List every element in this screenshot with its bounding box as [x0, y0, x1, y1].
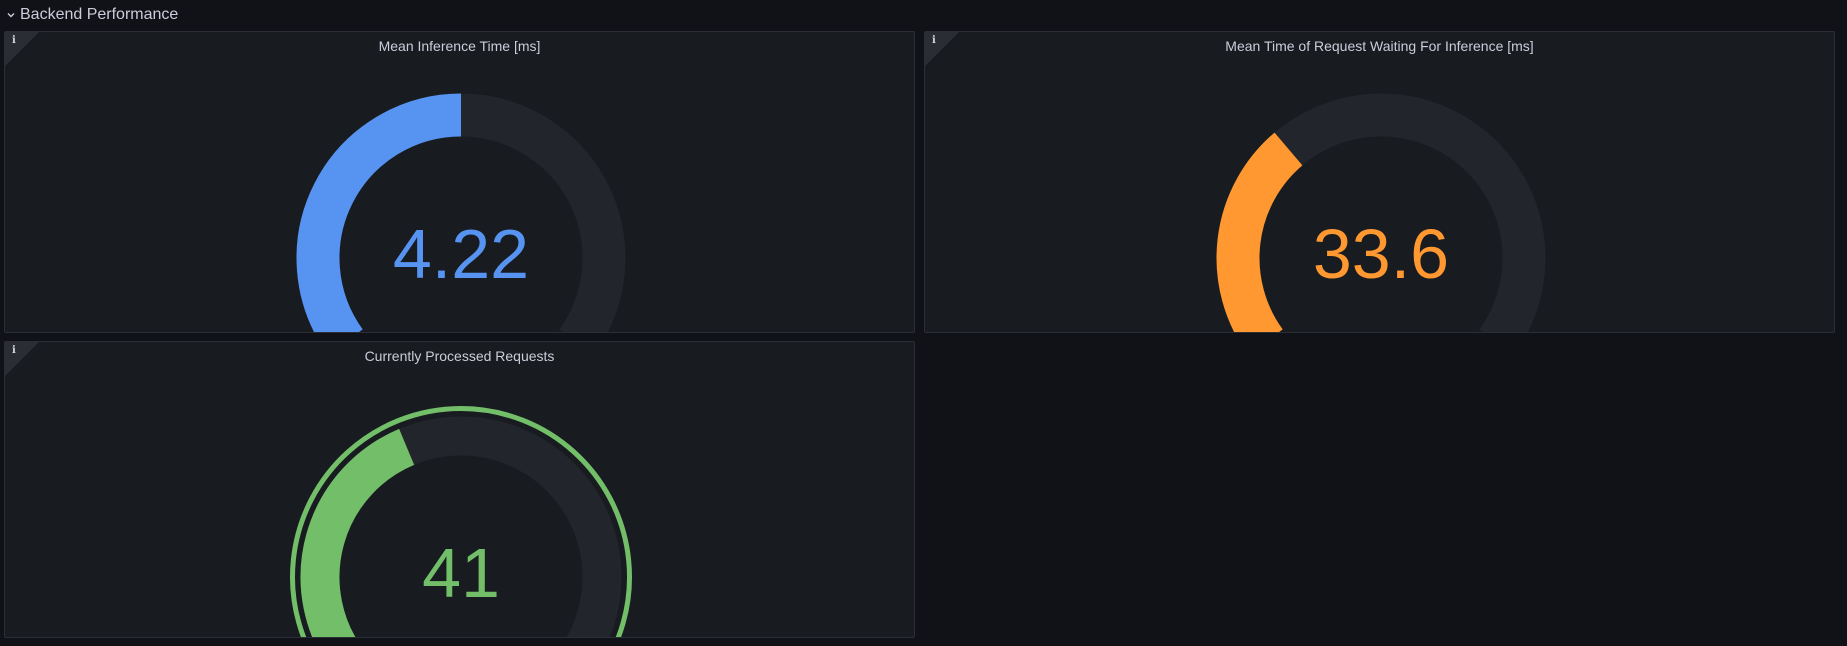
gauge-fill: [1216, 132, 1303, 332]
gauge: 4.22: [296, 93, 626, 332]
gauge-value: 41: [422, 534, 500, 612]
panel-currently-processed-requests: i Currently Processed Requests 41: [4, 341, 915, 638]
row-title: Backend Performance: [20, 6, 179, 23]
panel-mean-inference-time: i Mean Inference Time [ms] 4.22: [4, 31, 915, 333]
gauge-value: 4.22: [393, 215, 529, 293]
gauge-fill: [300, 428, 415, 637]
gauge: 33.6: [1216, 93, 1546, 332]
gauge: 41: [290, 406, 632, 637]
chevron-down-icon: [6, 10, 16, 20]
gauge-value: 33.6: [1313, 215, 1449, 293]
panel-mean-waiting-time: i Mean Time of Request Waiting For Infer…: [924, 31, 1835, 333]
row-header-backend-performance[interactable]: Backend Performance: [6, 3, 178, 27]
